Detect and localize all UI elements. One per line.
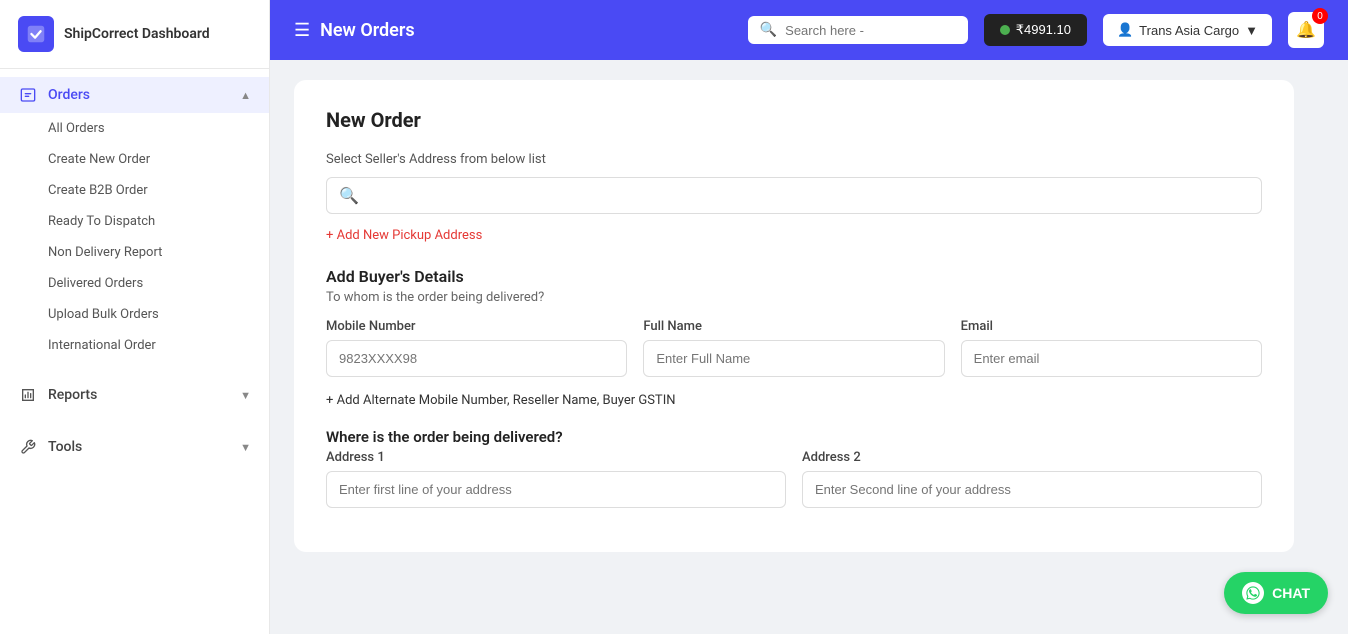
sidebar-item-all-orders[interactable]: All Orders bbox=[0, 113, 269, 144]
search-input[interactable] bbox=[785, 23, 956, 38]
whatsapp-icon bbox=[1242, 582, 1264, 604]
buyer-section-sub: To whom is the order being delivered? bbox=[326, 290, 1262, 305]
address1-label: Address 1 bbox=[326, 450, 786, 465]
buyer-info-row: Mobile Number Full Name Email bbox=[326, 319, 1262, 377]
chat-label: CHAT bbox=[1272, 585, 1310, 601]
orders-icon bbox=[18, 87, 38, 103]
mobile-label: Mobile Number bbox=[326, 319, 627, 334]
page-title: New Orders bbox=[320, 20, 414, 41]
reports-label: Reports bbox=[48, 387, 97, 403]
address2-group: Address 2 bbox=[802, 450, 1262, 508]
seller-address-input[interactable] bbox=[367, 188, 1249, 203]
sidebar-item-delivered-orders[interactable]: Delivered Orders bbox=[0, 268, 269, 299]
seller-address-search: 🔍 bbox=[326, 177, 1262, 214]
address-search-icon: 🔍 bbox=[339, 186, 359, 205]
add-pickup-address-link[interactable]: + Add New Pickup Address bbox=[326, 228, 482, 243]
reports-icon bbox=[18, 387, 38, 403]
logo-icon bbox=[18, 16, 54, 52]
new-order-card: New Order Select Seller's Address from b… bbox=[294, 80, 1294, 552]
fullname-input[interactable] bbox=[643, 340, 944, 377]
hamburger-icon[interactable]: ☰ bbox=[294, 20, 310, 41]
user-name: Trans Asia Cargo bbox=[1139, 23, 1239, 38]
notification-button[interactable]: 🔔 0 bbox=[1288, 12, 1324, 48]
orders-section: Orders ▲ All Orders Create New Order Cre… bbox=[0, 69, 269, 369]
mobile-input[interactable] bbox=[326, 340, 627, 377]
tools-chevron: ▼ bbox=[240, 441, 251, 454]
orders-chevron: ▲ bbox=[240, 89, 251, 102]
orders-label: Orders bbox=[48, 87, 90, 103]
sidebar: ShipCorrect Dashboard Orders ▲ All Order… bbox=[0, 0, 270, 634]
wallet-button[interactable]: ₹4991.10 bbox=[984, 14, 1087, 46]
content-area: New Order Select Seller's Address from b… bbox=[270, 60, 1348, 634]
sidebar-item-non-delivery-report[interactable]: Non Delivery Report bbox=[0, 237, 269, 268]
main-area: ☰ New Orders 🔍 ₹4991.10 👤 Trans Asia Car… bbox=[270, 0, 1348, 634]
email-group: Email bbox=[961, 319, 1262, 377]
reports-section: Reports ▼ bbox=[0, 369, 269, 421]
sidebar-item-create-new-order[interactable]: Create New Order bbox=[0, 144, 269, 175]
sidebar-item-upload-bulk-orders[interactable]: Upload Bulk Orders bbox=[0, 299, 269, 330]
sidebar-logo: ShipCorrect Dashboard bbox=[0, 0, 269, 69]
address2-input[interactable] bbox=[802, 471, 1262, 508]
tools-menu[interactable]: Tools ▼ bbox=[0, 429, 269, 465]
sidebar-item-create-b2b-order[interactable]: Create B2B Order bbox=[0, 175, 269, 206]
reports-chevron: ▼ bbox=[240, 389, 251, 402]
sidebar-item-ready-to-dispatch[interactable]: Ready To Dispatch bbox=[0, 206, 269, 237]
user-chevron-icon: ▼ bbox=[1245, 23, 1258, 38]
address1-group: Address 1 bbox=[326, 450, 786, 508]
expand-buyer-details-link[interactable]: + Add Alternate Mobile Number, Reseller … bbox=[326, 393, 1262, 408]
card-title: New Order bbox=[326, 108, 1262, 132]
buyer-section-title: Add Buyer's Details bbox=[326, 267, 1262, 286]
mobile-group: Mobile Number bbox=[326, 319, 627, 377]
seller-address-label: Select Seller's Address from below list bbox=[326, 152, 1262, 167]
tools-icon bbox=[18, 439, 38, 455]
address1-input[interactable] bbox=[326, 471, 786, 508]
reports-menu[interactable]: Reports ▼ bbox=[0, 377, 269, 413]
search-icon: 🔍 bbox=[760, 22, 777, 38]
email-input[interactable] bbox=[961, 340, 1262, 377]
wallet-amount: ₹4991.10 bbox=[1016, 22, 1071, 38]
wallet-status-dot bbox=[1000, 25, 1010, 35]
fullname-group: Full Name bbox=[643, 319, 944, 377]
bell-icon: 🔔 bbox=[1296, 20, 1316, 40]
user-icon: 👤 bbox=[1117, 22, 1133, 38]
email-label: Email bbox=[961, 319, 1262, 334]
fullname-label: Full Name bbox=[643, 319, 944, 334]
user-menu-button[interactable]: 👤 Trans Asia Cargo ▼ bbox=[1103, 14, 1272, 46]
sidebar-item-international-order[interactable]: International Order bbox=[0, 330, 269, 361]
header: ☰ New Orders 🔍 ₹4991.10 👤 Trans Asia Car… bbox=[270, 0, 1348, 60]
search-bar: 🔍 bbox=[748, 16, 968, 44]
notification-badge: 0 bbox=[1312, 8, 1328, 24]
logo-title: ShipCorrect Dashboard bbox=[64, 26, 210, 42]
header-title-wrap: ☰ New Orders bbox=[294, 20, 415, 41]
orders-menu[interactable]: Orders ▲ bbox=[0, 77, 269, 113]
tools-section: Tools ▼ bbox=[0, 421, 269, 473]
chat-button[interactable]: CHAT bbox=[1224, 572, 1328, 614]
address2-label: Address 2 bbox=[802, 450, 1262, 465]
address-row: Address 1 Address 2 bbox=[326, 450, 1262, 508]
tools-label: Tools bbox=[48, 439, 82, 455]
delivery-section-title: Where is the order being delivered? bbox=[326, 428, 1262, 446]
